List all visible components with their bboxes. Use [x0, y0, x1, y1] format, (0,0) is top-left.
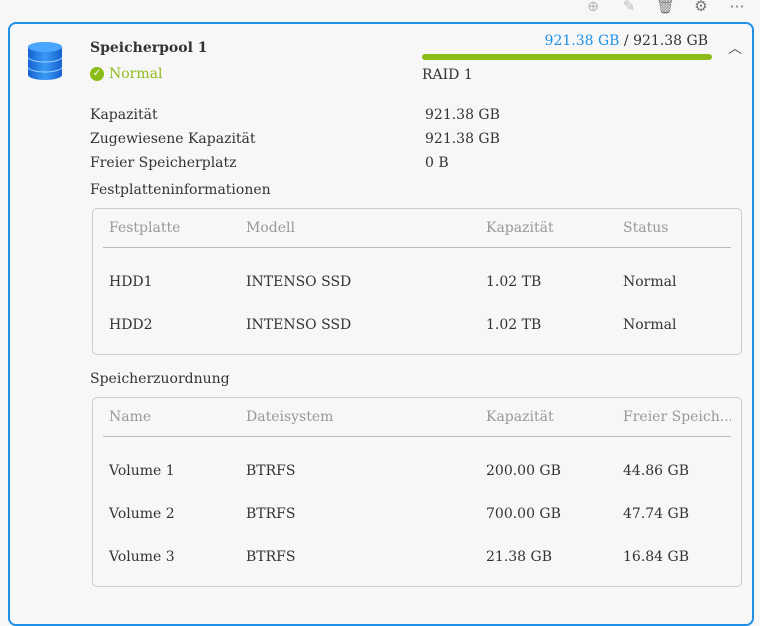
table-row[interactable]: HDD1 INTENSO SSD 1.02 TB Normal [103, 260, 731, 303]
detail-label: Zugewiesene Kapazität [90, 131, 256, 147]
cell: Volume 1 [109, 462, 175, 479]
pool-name: Speicherpool 1 [90, 40, 208, 56]
disk-table: Festplatte Modell Kapazität Status HDD1 INTE… [92, 208, 742, 355]
col-header: Name [109, 409, 152, 425]
cell: 700.00 GB [486, 505, 561, 522]
database-icon [28, 42, 62, 80]
col-header: Dateisystem [246, 409, 334, 425]
col-header: Modell [246, 220, 295, 236]
cell: BTRFS [246, 505, 296, 522]
col-header: Festplatte [109, 220, 181, 236]
edit-icon[interactable]: ✎ [620, 0, 638, 14]
more-icon[interactable]: ⋯ [728, 0, 746, 14]
storage-pool-card: Speicherpool 1 ✓ Normal 921.38 GB / 921.3… [8, 22, 754, 626]
collapse-chevron-icon[interactable]: ︿ [728, 38, 742, 58]
cell: 200.00 GB [486, 462, 561, 479]
settings-icon[interactable]: ⚙ [692, 0, 710, 14]
col-header: Status [623, 220, 669, 236]
cell: INTENSO SSD [246, 273, 352, 290]
cell: HDD2 [109, 316, 153, 333]
col-header: Freier Speich... [623, 409, 731, 425]
used-capacity: 921.38 GB [544, 33, 620, 49]
cell: Volume 3 [109, 548, 175, 565]
table-row[interactable]: HDD2 INTENSO SSD 1.02 TB Normal [103, 303, 731, 346]
add-icon[interactable]: ⊕ [584, 0, 602, 14]
cell: 21.38 GB [486, 548, 553, 565]
cell: INTENSO SSD [246, 316, 352, 333]
table-row[interactable]: Volume 3 BTRFS 21.38 GB 16.84 GB [103, 535, 731, 578]
raid-type: RAID 1 [422, 67, 473, 83]
usage-bar [422, 54, 712, 60]
cell: BTRFS [246, 548, 296, 565]
cell: 44.86 GB [623, 462, 690, 479]
table-header: Name Dateisystem Kapazität Freier Speich... [103, 398, 731, 437]
table-header: Festplatte Modell Kapazität Status [103, 209, 731, 248]
col-header: Kapazität [486, 409, 554, 425]
detail-label: Kapazität [90, 107, 158, 123]
detail-value: 921.38 GB [425, 107, 500, 123]
cell: 16.84 GB [623, 548, 690, 565]
detail-value: 921.38 GB [425, 131, 500, 147]
status-text: Normal [109, 66, 163, 82]
cell: Normal [623, 273, 677, 290]
disk-info-title: Festplatteninformationen [90, 182, 271, 198]
pool-status: ✓ Normal [90, 66, 162, 82]
usage-text: 921.38 GB / 921.38 GB [545, 33, 708, 49]
check-icon: ✓ [90, 67, 104, 81]
detail-value: 0 B [425, 155, 449, 171]
cell: 1.02 TB [486, 316, 542, 333]
volume-table: Name Dateisystem Kapazität Freier Speich...… [92, 397, 742, 587]
total-capacity: 921.38 GB [633, 33, 708, 49]
table-row[interactable]: Volume 2 BTRFS 700.00 GB 47.74 GB [103, 492, 731, 535]
cell: 1.02 TB [486, 273, 542, 290]
delete-icon[interactable]: 🗑 [656, 0, 675, 14]
cell: 47.74 GB [623, 505, 690, 522]
table-row[interactable]: Volume 1 BTRFS 200.00 GB 44.86 GB [103, 449, 731, 492]
cell: Volume 2 [109, 505, 175, 522]
separator: / [619, 33, 634, 49]
toolbar: ⊕ ✎ 🗑 ⚙ ⋯ [584, 0, 746, 14]
cell: Normal [623, 316, 677, 333]
cell: BTRFS [246, 462, 296, 479]
detail-label: Freier Speicherplatz [90, 155, 237, 171]
cell: HDD1 [109, 273, 153, 290]
col-header: Kapazität [486, 220, 554, 236]
volume-title: Speicherzuordnung [90, 371, 230, 387]
